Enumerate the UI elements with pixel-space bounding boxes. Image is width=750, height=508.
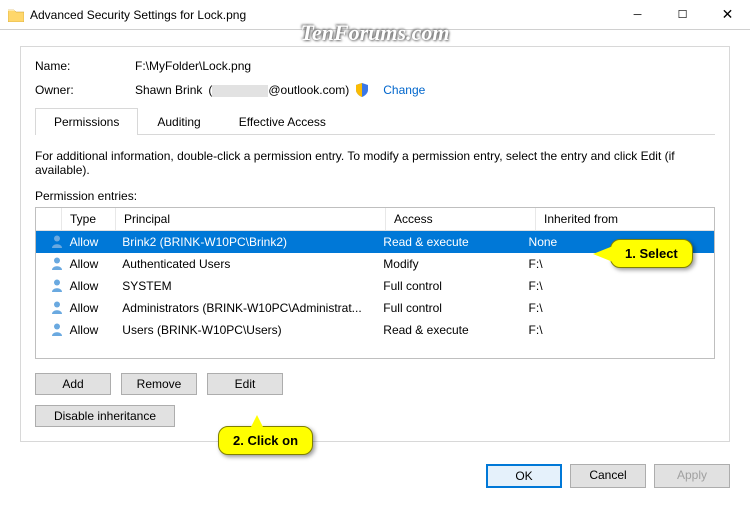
name-row: Name: F:\MyFolder\Lock.png (35, 59, 715, 73)
owner-name: Shawn Brink (135, 83, 202, 97)
owner-row: Owner: Shawn Brink (@outlook.com) Change (35, 83, 715, 97)
permission-row[interactable]: AllowBrink2 (BRINK-W10PC\Brink2)Read & e… (36, 231, 714, 253)
row-inherited: None (521, 235, 714, 249)
content-area: Name: F:\MyFolder\Lock.png Owner: Shawn … (0, 30, 750, 454)
window-title: Advanced Security Settings for Lock.png (30, 8, 615, 22)
disable-inheritance-button[interactable]: Disable inheritance (35, 405, 175, 427)
owner-redacted (212, 85, 268, 97)
edit-button[interactable]: Edit (207, 373, 283, 395)
permission-row[interactable]: AllowAdministrators (BRINK-W10PC\Adminis… (36, 297, 714, 319)
tab-auditing[interactable]: Auditing (138, 108, 219, 135)
owner-label: Owner: (35, 83, 135, 97)
inner-panel: Name: F:\MyFolder\Lock.png Owner: Shawn … (20, 46, 730, 442)
row-access: Full control (375, 279, 520, 293)
tab-effective-access[interactable]: Effective Access (220, 108, 345, 135)
permission-row[interactable]: AllowSYSTEMFull controlF:\ (36, 275, 714, 297)
button-row-2: Disable inheritance (35, 405, 715, 427)
row-principal: SYSTEM (114, 279, 375, 293)
col-principal[interactable]: Principal (116, 208, 386, 230)
user-icon (50, 234, 62, 248)
row-inherited: F:\ (521, 323, 714, 337)
col-icon[interactable] (36, 208, 62, 230)
folder-icon (8, 8, 24, 22)
name-label: Name: (35, 59, 135, 73)
row-inherited: F:\ (521, 279, 714, 293)
row-access: Full control (375, 301, 520, 315)
owner-suffix: @outlook.com) (268, 83, 349, 97)
row-access: Modify (375, 257, 520, 271)
row-type: Allow (62, 257, 115, 271)
info-text: For additional information, double-click… (35, 149, 715, 177)
titlebar: Advanced Security Settings for Lock.png … (0, 0, 750, 30)
user-icon (50, 256, 62, 270)
tab-permissions[interactable]: Permissions (35, 108, 138, 135)
row-principal: Brink2 (BRINK-W10PC\Brink2) (114, 235, 375, 249)
shield-icon (355, 83, 369, 97)
window-controls: ─ ☐ ✕ (615, 0, 750, 29)
user-icon (50, 300, 62, 314)
permission-row[interactable]: AllowAuthenticated UsersModifyF:\ (36, 253, 714, 275)
maximize-button[interactable]: ☐ (660, 0, 705, 29)
change-owner-link[interactable]: Change (383, 83, 425, 97)
cancel-button[interactable]: Cancel (570, 464, 646, 488)
user-icon (50, 278, 62, 292)
col-type[interactable]: Type (62, 208, 116, 230)
tab-strip: Permissions Auditing Effective Access (35, 107, 715, 135)
row-principal: Authenticated Users (114, 257, 375, 271)
row-principal: Users (BRINK-W10PC\Users) (114, 323, 375, 337)
add-button[interactable]: Add (35, 373, 111, 395)
col-inherited[interactable]: Inherited from (536, 208, 714, 230)
row-access: Read & execute (375, 235, 520, 249)
remove-button[interactable]: Remove (121, 373, 197, 395)
ok-button[interactable]: OK (486, 464, 562, 488)
permission-list[interactable]: Type Principal Access Inherited from All… (35, 207, 715, 359)
row-type: Allow (62, 323, 115, 337)
button-row-1: Add Remove Edit (35, 373, 715, 395)
minimize-button[interactable]: ─ (615, 0, 660, 29)
permission-row[interactable]: AllowUsers (BRINK-W10PC\Users)Read & exe… (36, 319, 714, 341)
row-inherited: F:\ (521, 257, 714, 271)
row-type: Allow (62, 301, 115, 315)
row-inherited: F:\ (521, 301, 714, 315)
entries-label: Permission entries: (35, 189, 715, 203)
name-value: F:\MyFolder\Lock.png (135, 59, 251, 73)
row-principal: Administrators (BRINK-W10PC\Administrat.… (114, 301, 375, 315)
user-icon (50, 322, 62, 336)
close-button[interactable]: ✕ (705, 0, 750, 29)
row-type: Allow (62, 235, 115, 249)
dialog-footer: OK Cancel Apply (0, 454, 750, 500)
col-access[interactable]: Access (386, 208, 536, 230)
list-header: Type Principal Access Inherited from (36, 208, 714, 231)
row-access: Read & execute (375, 323, 520, 337)
row-type: Allow (62, 279, 115, 293)
apply-button[interactable]: Apply (654, 464, 730, 488)
